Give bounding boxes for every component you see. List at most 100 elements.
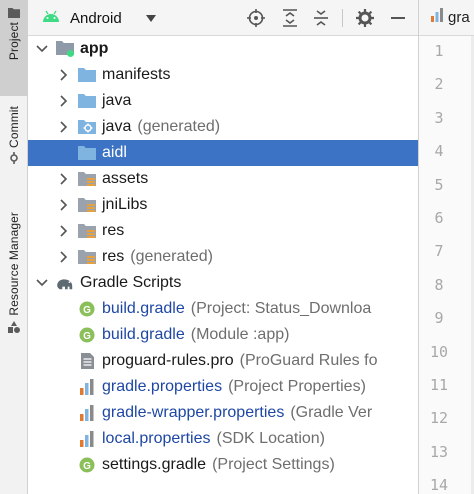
line-number: 6 [434,209,444,227]
tree-node-label: local.properties [102,430,211,447]
tree-node-label: build.gradle [102,300,185,317]
project-tool-tab[interactable]: Project [0,0,28,96]
gradle-file-icon: G [78,327,96,343]
android-icon [42,9,60,27]
tree-node-hint: (Project: Status_Downloa [190,300,372,317]
tree-node[interactable]: manifests [28,62,418,88]
folder-icon [78,93,96,109]
properties-file-icon [78,379,96,395]
project-toolbar: Android [28,0,418,36]
tree-node[interactable]: assets [28,166,418,192]
chevron-right-icon[interactable] [58,225,70,237]
tree-node[interactable]: Gbuild.gradle (Project: Status_Downloa [28,296,418,322]
chevron-right-icon[interactable] [58,173,70,185]
generated-folder-icon [78,119,96,135]
svg-text:G: G [83,461,91,472]
tree-node-hint: (Gradle Ver [290,404,373,421]
project-view-selector[interactable]: Android [42,7,156,29]
resource-folder-icon [78,223,96,239]
chevron-down-icon[interactable] [36,43,48,55]
line-number: 9 [434,309,444,328]
chevron-right-icon[interactable] [58,251,70,263]
gradle-file-icon: G [78,457,96,473]
folder-icon [78,145,96,161]
line-number: 14 [429,476,449,494]
tree-node[interactable]: proguard-rules.pro (ProGuard Rules fo [28,348,418,374]
tree-node-label: java [102,118,132,135]
resource-manager-tool-label: Resource Manager [7,212,21,316]
commit-icon [8,151,20,164]
tree-node-label: gradle-wrapper.properties [102,404,285,421]
line-number: 5 [434,175,444,194]
tree-node-label: aidl [102,144,127,161]
project-panel: Android app manifests java java (generated) a… [28,0,418,494]
tree-node[interactable]: Gsettings.gradle (Project Settings) [28,452,418,478]
tree-node[interactable]: java (generated) [28,114,418,140]
tree-node-label: proguard-rules.pro [102,352,234,369]
properties-file-icon [78,431,96,447]
expand-all-icon[interactable] [278,6,302,30]
chevron-right-icon[interactable] [58,199,70,211]
line-number: 8 [434,275,444,294]
tree-node[interactable]: jniLibs [28,192,418,218]
tree-node[interactable]: java [28,88,418,114]
line-number: 1 [434,42,444,60]
tool-window-strip: Project Commit Resource Manager [0,0,28,494]
tree-node-label: build.gradle [102,326,185,343]
line-number: 12 [429,409,449,428]
line-number: 11 [429,376,449,394]
tree-node-label: assets [102,170,149,187]
tree-node-label: Gradle Scripts [80,274,182,291]
tree-node[interactable]: res [28,218,418,244]
tree-node-label: manifests [102,66,171,83]
hide-icon[interactable] [386,6,410,30]
tree-node[interactable]: gradle.properties (Project Properties) [28,374,418,400]
editor-area: gra 1 2 3 4 5 6 7 8 9 10 11 12 13 14 [418,0,474,494]
chevron-right-icon[interactable] [58,69,70,81]
chevron-right-icon[interactable] [58,95,70,107]
editor-tab[interactable]: gra [419,0,474,36]
chevron-down-icon[interactable] [36,277,48,289]
locate-icon[interactable] [244,6,268,30]
tree-node-hint: (ProGuard Rules fo [239,352,378,369]
tree-node-label: settings.gradle [102,456,207,473]
tree-node[interactable]: gradle-wrapper.properties (Gradle Ver [28,400,418,426]
commit-tool-tab[interactable]: Commit [0,100,28,190]
line-number: 10 [429,342,449,361]
tree-node[interactable]: Gbuild.gradle (Module :app) [28,322,418,348]
tree-node-label: res [102,222,125,239]
tree-node-hint: (generated) [137,118,221,135]
properties-file-icon [431,8,443,27]
module-folder-icon [56,41,74,57]
tree-node[interactable]: Gradle Scripts [28,270,418,296]
tree-node-hint: (Project Settings) [212,456,335,473]
tree-node-label: res [102,248,125,265]
tree-node[interactable]: local.properties (SDK Location) [28,426,418,452]
gradle-elephant-icon [56,275,74,291]
line-number: 13 [429,442,449,461]
resource-folder-icon [78,249,96,265]
resource-manager-tool-tab[interactable]: Resource Manager [0,206,28,366]
collapse-all-icon[interactable] [309,6,333,30]
tree-node[interactable]: app [28,36,418,62]
resource-manager-icon [8,320,20,333]
chevron-right-icon[interactable] [58,121,70,133]
tree-node-hint: (Project Properties) [228,378,366,395]
line-number: 2 [434,75,444,94]
tree-node-label: java [102,92,132,109]
settings-icon[interactable] [353,6,377,30]
svg-text:G: G [83,331,91,342]
tree-node[interactable]: res (generated) [28,244,418,270]
tree-node-label: app [80,40,109,57]
tree-node[interactable]: aidl [28,140,418,166]
resource-folder-icon [78,171,96,187]
editor-tab-label: gra [448,9,470,26]
